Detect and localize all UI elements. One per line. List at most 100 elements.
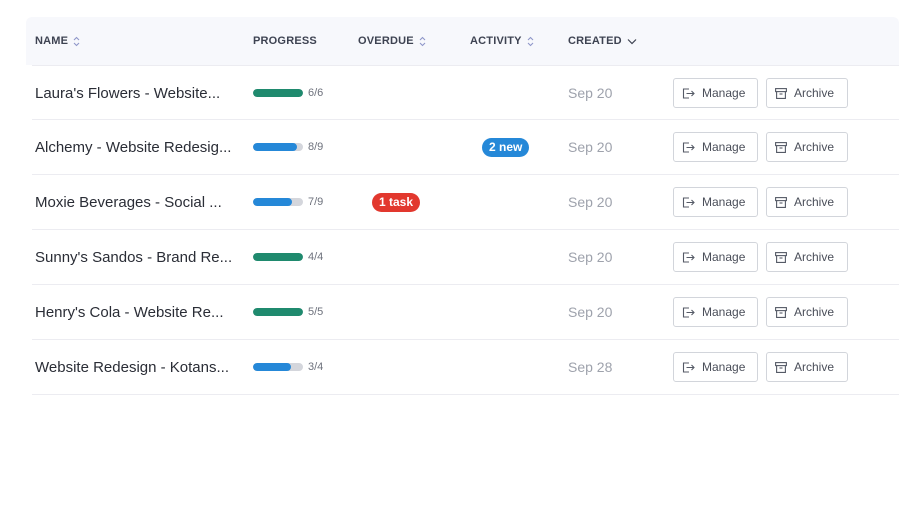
progress-cell: 4/4 — [253, 230, 323, 284]
created-date: Sep 20 — [568, 249, 613, 265]
project-name[interactable]: Alchemy - Website Redesig... — [35, 120, 235, 174]
progress-cell: 8/9 — [253, 120, 323, 174]
progress-bar-fill — [253, 308, 303, 316]
manage-button[interactable]: Manage — [673, 352, 758, 382]
table-row[interactable]: Sunny's Sandos - Brand Re... 4/4 Sep 20 … — [32, 230, 899, 285]
column-header-name[interactable]: NAME — [35, 17, 80, 65]
progress-bar — [253, 308, 303, 316]
progress-label: 6/6 — [308, 87, 324, 99]
created-date: Sep 20 — [568, 304, 613, 320]
archive-button[interactable]: Archive — [766, 297, 848, 327]
progress-bar — [253, 253, 303, 261]
archive-button[interactable]: Archive — [766, 78, 848, 108]
manage-button-label: Manage — [702, 305, 746, 319]
archive-box-icon — [775, 361, 787, 373]
project-name[interactable]: Sunny's Sandos - Brand Re... — [35, 230, 235, 284]
progress-cell: 5/5 — [253, 285, 323, 339]
activity-cell: 2 new — [482, 120, 530, 174]
overdue-badge[interactable]: 1 task — [372, 192, 421, 212]
progress-bar — [253, 89, 303, 97]
progress-label: 3/4 — [308, 361, 324, 373]
column-header-overdue[interactable]: OVERDUE — [358, 17, 426, 65]
manage-button[interactable]: Manage — [673, 242, 758, 272]
progress-label: 4/4 — [308, 251, 324, 263]
table-row[interactable]: Website Redesign - Kotans... 3/4 Sep 28 … — [32, 340, 899, 395]
table-header: NAME PROGRESS OVERDUE ACTIVITY CREATED — [26, 17, 899, 65]
column-header-label: PROGRESS — [253, 35, 317, 47]
created-date: Sep 20 — [568, 139, 613, 155]
manage-button-label: Manage — [702, 140, 746, 154]
progress-label: 7/9 — [308, 196, 324, 208]
progress-bar — [253, 363, 303, 371]
progress-label: 5/5 — [308, 306, 324, 318]
manage-button[interactable]: Manage — [673, 78, 758, 108]
archive-box-icon — [775, 87, 787, 99]
exit-arrow-icon — [682, 87, 695, 99]
archive-button-label: Archive — [794, 250, 835, 264]
archive-button[interactable]: Archive — [766, 242, 848, 272]
archive-button-label: Archive — [794, 86, 835, 100]
progress-cell: 3/4 — [253, 340, 323, 394]
project-name[interactable]: Website Redesign - Kotans... — [35, 340, 235, 394]
progress-bar-fill — [253, 198, 292, 206]
sort-updown-icon — [419, 36, 426, 47]
row-actions: Manage Archive — [673, 340, 856, 394]
chevron-down-icon — [627, 38, 637, 45]
archive-box-icon — [775, 251, 787, 263]
sort-updown-icon — [527, 36, 534, 47]
project-name[interactable]: Moxie Beverages - Social ... — [35, 175, 235, 229]
progress-bar-fill — [253, 89, 303, 97]
archive-button-label: Archive — [794, 305, 835, 319]
overdue-cell: 1 task — [372, 175, 421, 229]
exit-arrow-icon — [682, 141, 695, 153]
exit-arrow-icon — [682, 251, 695, 263]
table-row[interactable]: Alchemy - Website Redesig... 8/9 2 new S… — [32, 120, 899, 175]
archive-box-icon — [775, 306, 787, 318]
column-header-label: OVERDUE — [358, 35, 414, 47]
column-header-created[interactable]: CREATED — [568, 17, 637, 65]
archive-button-label: Archive — [794, 140, 835, 154]
progress-bar — [253, 198, 303, 206]
archive-box-icon — [775, 141, 787, 153]
archive-button[interactable]: Archive — [766, 187, 848, 217]
project-name[interactable]: Henry's Cola - Website Re... — [35, 285, 235, 339]
column-header-label: CREATED — [568, 35, 622, 47]
progress-bar-fill — [253, 143, 298, 151]
manage-button[interactable]: Manage — [673, 187, 758, 217]
table-body: Laura's Flowers - Website... 6/6 Sep 20 … — [26, 65, 899, 395]
project-name[interactable]: Laura's Flowers - Website... — [35, 66, 235, 120]
created-date: Sep 28 — [568, 359, 613, 375]
projects-table: NAME PROGRESS OVERDUE ACTIVITY CREATED L… — [26, 17, 899, 395]
manage-button[interactable]: Manage — [673, 297, 758, 327]
manage-button-label: Manage — [702, 250, 746, 264]
row-actions: Manage Archive — [673, 285, 856, 339]
manage-button[interactable]: Manage — [673, 132, 758, 162]
progress-cell: 6/6 — [253, 66, 323, 120]
activity-badge[interactable]: 2 new — [482, 137, 530, 157]
column-header-label: ACTIVITY — [470, 35, 522, 47]
progress-bar — [253, 143, 303, 151]
archive-button[interactable]: Archive — [766, 132, 848, 162]
table-row[interactable]: Moxie Beverages - Social ... 7/9 1 task … — [32, 175, 899, 230]
progress-bar-fill — [253, 253, 303, 261]
column-header-label: NAME — [35, 35, 69, 47]
row-actions: Manage Archive — [673, 66, 856, 120]
manage-button-label: Manage — [702, 195, 746, 209]
archive-button[interactable]: Archive — [766, 352, 848, 382]
table-row[interactable]: Henry's Cola - Website Re... 5/5 Sep 20 … — [32, 285, 899, 340]
progress-bar-fill — [253, 363, 291, 371]
archive-button-label: Archive — [794, 360, 835, 374]
sort-updown-icon — [73, 36, 80, 47]
progress-label: 8/9 — [308, 141, 324, 153]
manage-button-label: Manage — [702, 86, 746, 100]
created-date: Sep 20 — [568, 194, 613, 210]
column-header-progress: PROGRESS — [253, 17, 317, 65]
exit-arrow-icon — [682, 196, 695, 208]
exit-arrow-icon — [682, 306, 695, 318]
column-header-activity[interactable]: ACTIVITY — [470, 17, 534, 65]
row-actions: Manage Archive — [673, 230, 856, 284]
table-row[interactable]: Laura's Flowers - Website... 6/6 Sep 20 … — [32, 65, 899, 120]
row-actions: Manage Archive — [673, 120, 856, 174]
archive-button-label: Archive — [794, 195, 835, 209]
progress-cell: 7/9 — [253, 175, 323, 229]
